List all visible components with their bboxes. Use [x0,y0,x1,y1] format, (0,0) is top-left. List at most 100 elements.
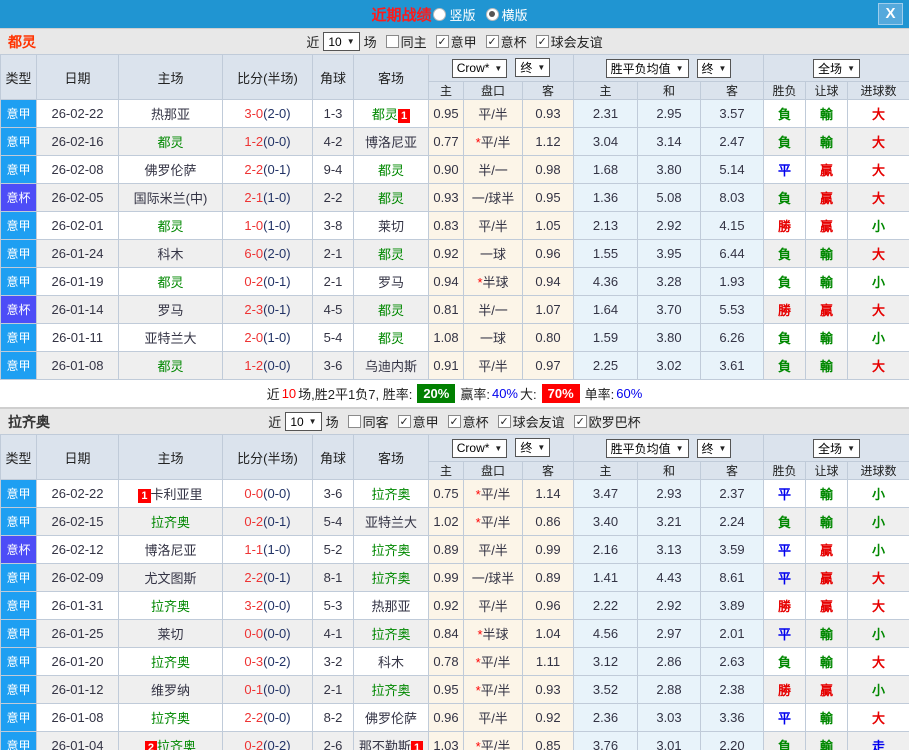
result-handicap: 贏 [805,155,849,184]
score: 2-2(0-0) [222,703,313,732]
scope-select[interactable]: 全场 ▼ [813,58,860,78]
fulltime-score: 2-2 [244,162,264,177]
home-team: 拉齐奥 [118,591,223,620]
layout-radio-horizontal[interactable]: 横版 [485,5,528,24]
result-wdl: 平 [763,535,807,564]
odds-final-select[interactable]: 终 ▼ [515,438,551,458]
table-row: 意甲 26-01-24 科木 6-0(2-0) 2-1 都灵 0.92 一球 0.96 1.55 3… [0,239,909,268]
odds-company-select[interactable]: Crow* ▼ [451,58,508,78]
handicap-line: 平/半 [463,211,523,240]
corner-count: 4-1 [312,619,354,648]
radio-label: 竖版 [449,7,476,23]
result-handicap: 輸 [805,703,849,732]
home-team-name: 佛罗伦萨 [144,163,197,178]
filter-checkbox-3[interactable]: ✓ [497,415,511,428]
away-team: 都灵 [353,155,429,184]
mean-final-select[interactable]: 终 ▼ [696,438,732,458]
filter-checkbox-2[interactable]: ✓ [447,415,461,428]
result-wdl: 負 [763,731,807,750]
home-team: 尤文图斯 [118,563,223,592]
halftime-score: (2-0) [263,106,291,121]
mean-home: 4.56 [573,619,638,648]
result-wdl: 平 [763,479,807,508]
filter-matches-label: 场 [325,415,339,430]
match-date: 26-02-16 [36,127,119,156]
filter-checkbox-3[interactable]: ✓ [535,35,549,48]
handicap-text: 半球 [482,275,509,290]
home-team: 都灵 [118,267,223,296]
fulltime-score: 2-2 [244,570,264,585]
team-name: 拉齐奥 [8,413,50,430]
odds-away: 0.96 [522,591,574,620]
match-count-select[interactable]: 10 ▼ [323,32,360,51]
score: 2-2(0-1) [222,563,313,592]
mean-away: 2.01 [699,619,765,648]
league-badge: 意杯 [0,183,37,212]
summary-row: 近 10 场,胜2平1负7, 胜率: 20% 赢率: 40% 大: 70% 单率: 60% [0,380,909,408]
score: 0-3(0-2) [222,647,313,676]
away-team-name: 佛罗伦萨 [364,711,417,726]
home-team-name: 罗马 [157,303,184,318]
layout-radio-vertical[interactable]: 竖版 [433,5,476,24]
mean-home: 3.76 [573,731,638,750]
score: 1-0(1-0) [222,211,313,240]
odds-final-select[interactable]: 终 ▼ [515,58,551,78]
filter-bar: 近 10 ▼ 场同客 ✓ 意甲 ✓ 意杯 ✓ 球会友谊 ✓ 欧罗巴杯 [268,412,641,431]
scope-select[interactable]: 全场 ▼ [813,438,860,458]
mean-draw: 5.08 [637,183,701,212]
mean-away: 1.93 [699,267,765,296]
mean-away: 2.38 [699,675,765,704]
league-badge: 意杯 [0,535,37,564]
score: 3-0(2-0) [222,99,313,128]
home-team-name: 维罗纳 [150,683,190,698]
section-bar-0: 都灵近 10 ▼ 场同主 ✓ 意甲 ✓ 意杯 ✓ 球会友谊 [0,28,909,54]
result-goals: 小 [847,323,909,352]
odds-home: 0.95 [428,99,464,128]
result-goals: 大 [847,127,909,156]
handicap-text: 一球 [479,331,506,346]
match-count-select-value: 10 [290,414,304,429]
match-date: 26-01-11 [36,323,119,352]
match-count-select[interactable]: 10 ▼ [285,412,322,431]
mean-away: 3.36 [699,703,765,732]
mean-final-select[interactable]: 终 ▼ [696,58,732,78]
wdl-mean-select[interactable]: 胜平负均值 ▼ [605,438,689,458]
filter-checkbox-0[interactable] [347,415,361,428]
home-team: 莱切 [118,619,223,648]
handicap-text: 半球 [482,627,509,642]
chevron-down-icon: ▼ [847,443,855,453]
table-row: 意甲 26-02-08 佛罗伦萨 2-2(0-1) 9-4 都灵 0.90 半/一 0.98 1.… [0,155,909,184]
wdl-mean-select[interactable]: 胜平负均值 ▼ [605,58,689,78]
match-date: 26-02-01 [36,211,119,240]
score: 0-2(0-1) [222,267,313,296]
mean-draw: 3.80 [637,155,701,184]
subcol-2: 客 [522,461,574,480]
mean-away: 2.24 [699,507,765,536]
fulltime-score: 0-2 [244,738,264,750]
filter-checkbox-1[interactable]: ✓ [435,35,449,48]
subcol-8: 进球数 [847,461,909,480]
filter-checkbox-2[interactable]: ✓ [485,35,499,48]
handicap-text: 平/半 [478,219,508,234]
away-team-name: 拉齐奥 [371,543,411,558]
handicap-text: 平/半 [480,487,511,502]
chevron-down-icon: ▼ [537,443,546,453]
fulltime-score: 0-0 [244,626,264,641]
summary-segment: 70% [541,384,580,403]
close-button[interactable]: X [878,3,903,25]
panel-title: 近期战绩 [371,6,432,24]
home-rank-badge: 1 [138,488,151,503]
filter-checkbox-0[interactable] [385,35,399,48]
result-goals: 大 [847,591,909,620]
mean-home: 3.47 [573,479,638,508]
filter-checkbox-4[interactable]: ✓ [573,415,587,428]
filter-checkbox-1[interactable]: ✓ [397,415,411,428]
table-row: 意甲 26-01-25 莱切 0-0(0-0) 4-1 拉齐奥 0.84 *半球 1.04 4.5… [0,619,909,648]
away-team-name: 那不勒斯 [358,739,411,750]
fulltime-score: 2-1 [244,190,264,205]
summary-segment: 场,胜2平1负7, 胜率: [298,387,413,402]
handicap-line: *平/半 [463,647,523,676]
mean-draw: 2.92 [637,211,701,240]
odds-company-select[interactable]: Crow* ▼ [451,438,508,458]
subcol-3: 主 [573,461,638,480]
